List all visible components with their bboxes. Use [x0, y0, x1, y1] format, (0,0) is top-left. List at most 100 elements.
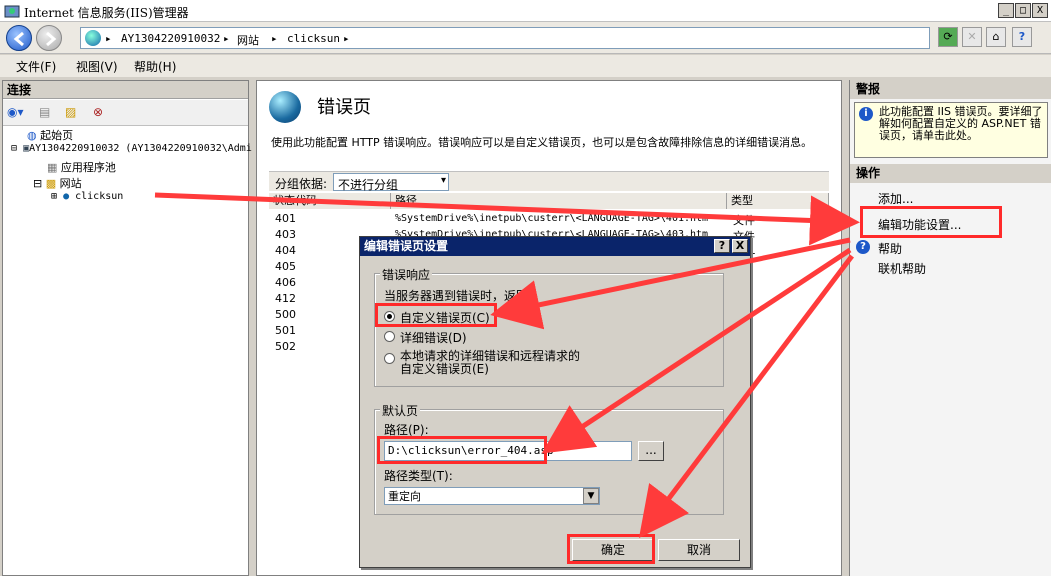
globe-icon — [85, 30, 101, 46]
path-type-label: 路径类型(T): — [384, 469, 453, 483]
tree-label: AY1304220910032 (AY1304220910032\Admi — [29, 143, 252, 154]
tree-server[interactable]: ⊟ ▣AY1304220910032 (AY1304220910032\Admi — [11, 143, 252, 154]
default-page-label: 默认页 — [380, 402, 421, 419]
menu-help[interactable]: 帮助(H) — [134, 58, 176, 75]
error-pages-globe-icon — [269, 91, 301, 123]
page-title: 错误页 — [317, 97, 371, 118]
highlight-custom-option — [375, 303, 497, 327]
start-page-icon: ◍ — [27, 129, 37, 142]
path-type-value: 重定向 — [388, 490, 421, 503]
status-code-cell: 401 — [275, 212, 296, 225]
response-prompt: 当服务器遇到错误时，返回: — [384, 289, 533, 303]
breadcrumb-server[interactable]: AY1304220910032 — [121, 32, 220, 45]
app-pool-icon: ▦ — [47, 161, 58, 174]
help-icon[interactable]: ? — [1012, 27, 1032, 47]
connect-icon[interactable]: ◉▾ — [7, 105, 24, 119]
dialog-title: 编辑错误页设置 — [364, 239, 449, 253]
column-header-path[interactable]: 路径 — [391, 193, 727, 209]
forward-button[interactable] — [36, 25, 62, 51]
error-response-label: 错误响应 — [380, 266, 433, 283]
connections-toolbar: ◉▾ ▤ ▨ ⊗ — [3, 100, 248, 126]
close-window-button[interactable]: X — [1032, 3, 1048, 18]
menu-bar: 文件(F) 视图(V) 帮助(H) — [0, 55, 1051, 77]
stop-icon[interactable]: ✕ — [962, 27, 982, 47]
type-cell: 文件 — [733, 214, 755, 227]
alert-box: i 此功能配置 IIS 错误页。要详细了解如何配置自定义的 ASP.NET 错误… — [854, 102, 1048, 158]
tree-label: 应用程序池 — [60, 161, 116, 174]
alerts-header: 警报 — [850, 80, 1051, 99]
status-code-cell: 412 — [275, 292, 296, 305]
back-button[interactable] — [6, 25, 32, 51]
status-code-cell: 500 — [275, 308, 296, 321]
highlight-ok-button — [567, 534, 655, 564]
status-code-cell: 404 — [275, 244, 296, 257]
page-description: 使用此功能配置 HTTP 错误响应。错误响应可以是自定义错误页，也可以是包含故障… — [271, 136, 813, 149]
status-code-cell: 501 — [275, 324, 296, 337]
breadcrumb-sites[interactable]: 网站 — [237, 32, 259, 48]
dialog-close-button[interactable]: X — [732, 239, 748, 253]
connections-panel: 连接 ◉▾ ▤ ▨ ⊗ ◍ 起始页 ⊟ ▣AY1304220910032 (AY… — [2, 80, 252, 576]
cancel-button[interactable]: 取消 — [658, 539, 740, 561]
tree-label: 起始页 — [40, 129, 74, 142]
tree-label: 网站 — [59, 177, 82, 190]
tree-app-pools[interactable]: ▦ 应用程序池 — [47, 159, 116, 175]
add-link[interactable]: 添加... — [878, 190, 913, 207]
title-bar: Internet 信息服务(IIS)管理器 _ □ X — [0, 0, 1051, 22]
home-icon[interactable]: ⌂ — [986, 27, 1006, 47]
actions-header: 操作 — [850, 164, 1051, 183]
dropdown-arrow-icon[interactable]: ▼ — [583, 488, 599, 504]
group-by-value: 不进行分组 — [338, 178, 399, 192]
info-icon: i — [859, 107, 873, 121]
dropdown-arrow-icon: ▾ — [440, 175, 446, 186]
alert-message[interactable]: 此功能配置 IIS 错误页。要详细了解如何配置自定义的 ASP.NET 错误页，… — [879, 106, 1045, 142]
menu-file[interactable]: 文件(F) — [16, 58, 56, 75]
menu-view[interactable]: 视图(V) — [76, 58, 118, 75]
option-local-line2: 自定义错误页(E) — [400, 362, 489, 376]
browse-button[interactable]: ... — [638, 441, 664, 461]
tree-start-page[interactable]: ◍ 起始页 — [27, 127, 73, 143]
highlight-path-input — [377, 436, 547, 464]
globe-icon: ● — [63, 191, 70, 202]
breadcrumb-arrow-icon: ▸ — [105, 32, 112, 45]
radio-detailed[interactable] — [384, 331, 395, 342]
breadcrumb-arrow-icon: ▸ — [223, 32, 230, 45]
minimize-button[interactable]: _ — [998, 3, 1014, 18]
breadcrumb-arrow-icon: ▸ — [271, 32, 278, 45]
save-icon[interactable]: ▤ — [39, 105, 50, 119]
collapse-icon[interactable]: ⊟ — [11, 143, 17, 154]
navigation-bar: ▸ AY1304220910032 ▸ 网站 ▸ clicksun ▸ ⟳ ✕ … — [0, 22, 1051, 54]
status-code-cell: 502 — [275, 340, 296, 353]
edit-error-pages-dialog: 编辑错误页设置 ? X 错误响应 当服务器遇到错误时，返回: 自定义错误页(C)… — [359, 236, 751, 568]
column-header-type[interactable]: 类型 — [727, 193, 829, 209]
online-help-link[interactable]: 联机帮助 — [878, 260, 926, 277]
connections-header: 连接 — [3, 81, 248, 99]
group-by-bar: 分组依据: 不进行分组 ▾ — [269, 171, 829, 192]
column-header-status[interactable]: 状态代码 — [269, 193, 391, 209]
path-type-select[interactable]: 重定向 ▼ — [384, 487, 600, 505]
sites-folder-icon: ▩ — [45, 177, 57, 190]
table-row[interactable]: 401 %SystemDrive%\inetpub\custerr\<LANGUA… — [269, 211, 829, 227]
expand-icon[interactable]: ⊞ — [51, 191, 57, 202]
folder-up-icon[interactable]: ▨ — [65, 105, 76, 119]
tree-site-clicksun[interactable]: ⊞ ● clicksun — [51, 191, 123, 202]
help-icon: ? — [856, 240, 870, 254]
dialog-help-button[interactable]: ? — [714, 239, 730, 253]
breadcrumb-site[interactable]: clicksun — [287, 32, 340, 45]
tree-label: clicksun — [75, 191, 124, 202]
collapse-icon[interactable]: ⊟ — [33, 177, 42, 190]
refresh-icon[interactable]: ⟳ — [938, 27, 958, 47]
disconnect-icon[interactable]: ⊗ — [93, 105, 103, 119]
iis-app-icon — [4, 3, 20, 19]
group-by-select[interactable]: 不进行分组 ▾ — [333, 173, 449, 192]
breadcrumb-arrow-icon: ▸ — [343, 32, 350, 45]
radio-local-detailed[interactable] — [384, 353, 395, 364]
status-code-cell: 405 — [275, 260, 296, 273]
maximize-button[interactable]: □ — [1015, 3, 1031, 18]
dialog-title-bar: 编辑错误页设置 ? X — [360, 237, 750, 256]
highlight-edit-settings — [860, 206, 1002, 238]
group-by-label: 分组依据: — [275, 177, 328, 191]
help-link[interactable]: 帮助 — [878, 240, 902, 257]
tree-sites[interactable]: ⊟ ▩ 网站 — [33, 175, 82, 191]
address-bar[interactable]: ▸ AY1304220910032 ▸ 网站 ▸ clicksun ▸ — [80, 27, 930, 49]
status-code-cell: 403 — [275, 228, 296, 241]
